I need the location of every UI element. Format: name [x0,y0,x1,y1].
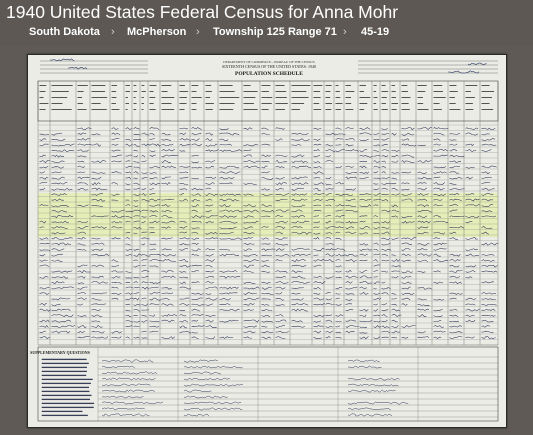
highlighted-household [38,193,498,237]
svg-text:SIXTEENTH CENSUS OF THE UNITED: SIXTEENTH CENSUS OF THE UNITED STATES: 1… [222,64,316,69]
page-title: 1940 United States Federal Census for An… [6,2,399,22]
breadcrumb-separator-icon: › [196,26,200,38]
breadcrumb-state[interactable]: South Dakota [29,26,100,38]
census-scan: DEPARTMENT OF COMMERCE—BUREAU OF THE CEN… [30,58,499,422]
supplementary-section: SUPPLEMENTARY QUESTIONS [30,346,499,422]
breadcrumb-township[interactable]: Township 125 Range 71 [213,26,337,38]
svg-text:POPULATION SCHEDULE: POPULATION SCHEDULE [235,71,303,77]
breadcrumb-separator-icon: › [343,26,347,38]
breadcrumb-county[interactable]: McPherson [127,26,186,38]
breadcrumb-separator-icon: › [111,26,115,38]
svg-text:SUPPLEMENTARY QUESTIONS: SUPPLEMENTARY QUESTIONS [30,350,91,355]
column-header-block [37,80,499,122]
record-header: 1940 United States Federal Census for An… [0,0,533,46]
schedule-header: DEPARTMENT OF COMMERCE—BUREAU OF THE CEN… [222,60,316,77]
breadcrumb-enumeration-district[interactable]: 45-19 [361,26,389,38]
census-page-image[interactable]: DEPARTMENT OF COMMERCE—BUREAU OF THE CEN… [27,54,507,428]
breadcrumb: South Dakota › McPherson › Township 125 … [0,26,533,42]
